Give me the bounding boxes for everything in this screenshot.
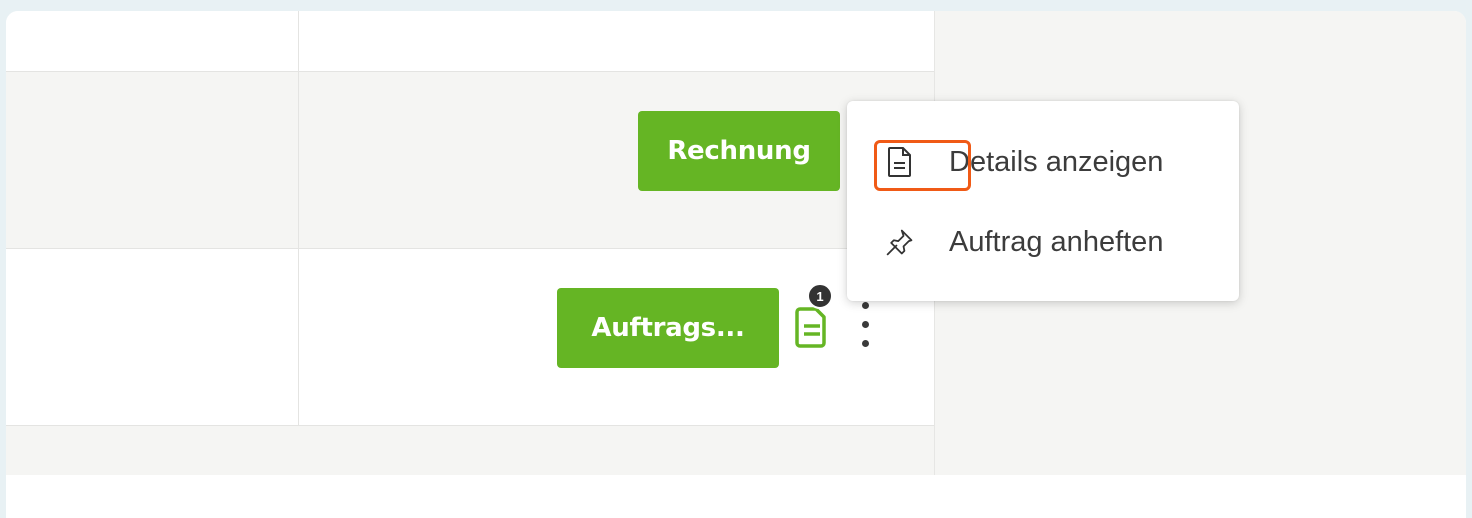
menu-item-auftrag-anheften[interactable]: Auftrag anheften [847, 207, 1239, 277]
menu-item-label: Details anzeigen [949, 145, 1164, 178]
rechnung-button[interactable]: Rechnung [638, 111, 840, 191]
auftrags-button[interactable]: Auftrags... [557, 288, 779, 368]
table-row [6, 426, 934, 475]
focus-highlight [874, 140, 971, 191]
pin-icon [885, 225, 915, 259]
menu-item-label: Auftrag anheften [949, 225, 1164, 258]
table-row [6, 11, 934, 72]
document-count-badge: 1 [807, 283, 833, 309]
attached-documents-button[interactable]: 1 [786, 283, 842, 353]
more-options-icon[interactable] [856, 302, 876, 354]
column-divider [298, 249, 299, 425]
context-menu: Details anzeigen Auftrag anheften [847, 101, 1239, 301]
orders-table-card [6, 11, 1466, 518]
column-divider [298, 11, 299, 71]
column-divider [298, 72, 299, 248]
